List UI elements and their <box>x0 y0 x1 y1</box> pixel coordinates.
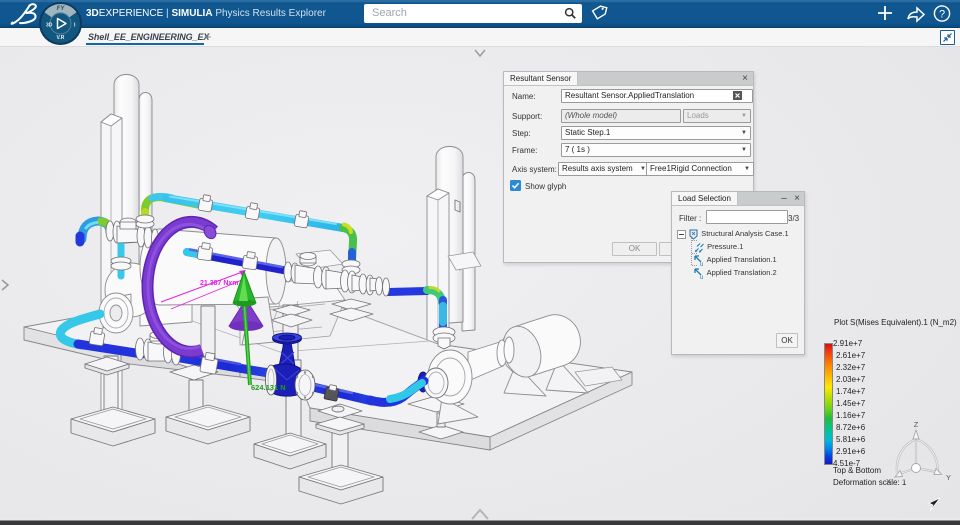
svg-text:u: u <box>700 262 703 266</box>
svg-text:FY: FY <box>57 6 66 12</box>
svg-text:3D: 3D <box>46 23 53 29</box>
svg-text:?: ? <box>939 9 945 21</box>
svg-text:u: u <box>700 275 703 279</box>
svg-text:X: X <box>886 477 891 486</box>
svg-text:624.131 N: 624.131 N <box>251 383 286 392</box>
svg-text:21.387 Nxm: 21.387 Nxm <box>200 280 239 287</box>
svg-text:V.R: V.R <box>57 35 65 41</box>
svg-text:Z: Z <box>914 420 919 429</box>
svg-text:Y: Y <box>946 473 951 482</box>
